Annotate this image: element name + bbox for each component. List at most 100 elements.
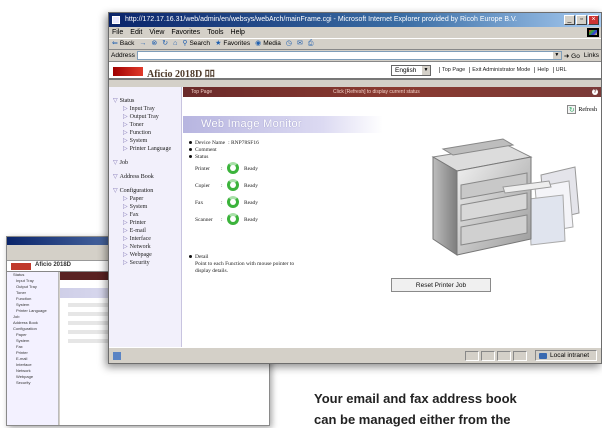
zone-label: Local intranet [550,352,590,359]
status-fax[interactable]: Fax: Ready [189,195,259,212]
status-scanner[interactable]: Scanner: Ready [189,212,259,229]
back-label: Back [119,40,135,47]
history-icon: ◷ [285,40,293,47]
sidebar-item-label: Job [119,160,128,166]
menu-tools[interactable]: Tools [207,27,223,38]
sidebar-item-job[interactable]: ▽ Job [109,159,181,167]
title-bar: http://172.17.16.31/web/admin/en/websys/… [109,13,601,27]
sidebar-item-label: Webpage [129,252,152,258]
exit-admin-link[interactable]: Exit Administrator Mode [469,67,532,73]
history-button[interactable]: ◷ [286,39,292,49]
status-value: Ready [244,217,259,223]
status-cell [513,351,527,361]
address-input[interactable]: ▼ [136,51,562,60]
help-link[interactable]: Help [534,67,550,73]
refresh-toolbar-button[interactable]: ↻ [162,39,168,49]
status-separator: : [221,183,223,189]
sidebar-item-input-tray[interactable]: ▷ Input Tray [109,105,181,113]
sidebar-item-status[interactable]: ▽ Status [109,97,181,105]
sidebar-item-toner[interactable]: ▷ Toner [109,121,181,129]
category-arrow-icon: ▽ [113,188,118,194]
status-bar: Local intranet [109,347,601,363]
sidebar-item-system[interactable]: ▷ System [109,203,181,211]
status-list: Printer: Ready Copier: Ready Fax: Ready Scanne… [189,161,259,229]
category-arrow-icon: ▽ [113,174,118,180]
ready-ring-icon [227,179,239,191]
item-arrow-icon: ▷ [123,106,128,112]
links-button[interactable]: Links [584,52,601,59]
top-page-link[interactable]: Top Page [439,67,467,73]
language-select[interactable]: English ▼ [391,65,431,76]
help-icon[interactable]: ? [592,89,598,95]
url-link[interactable]: URL [552,67,569,73]
home-button[interactable]: ⌂ [173,39,177,49]
sidebar-item-webpage[interactable]: ▷ Webpage [109,251,181,259]
media-button[interactable]: ◉ Media [255,39,281,49]
sidebar-item-e-mail[interactable]: ▷ E-mail [109,227,181,235]
language-value: English [395,67,417,74]
printer-illustration[interactable] [403,127,583,277]
menu-bar: File Edit View Favorites Tools Help [109,27,601,38]
sidebar-item-printer[interactable]: ▷ Printer [109,219,181,227]
maximize-icon[interactable]: ▫ [576,15,587,25]
top-page-crumb: Top Page [191,89,213,95]
menu-view[interactable]: View [149,27,164,38]
ie-icon [112,16,120,24]
sidebar-item-configuration[interactable]: ▽ Configuration [109,187,181,195]
status-cell [465,351,479,361]
sidebar-item-function[interactable]: ▷ Function [109,129,181,137]
caption-text: Your email and fax address book can be m… [314,388,602,428]
forward-button[interactable]: → [139,39,146,49]
menu-file[interactable]: File [112,27,123,38]
back-button[interactable]: ⇐ Back [112,39,134,49]
sidebar-item-interface[interactable]: ▷ Interface [109,235,181,243]
sidebar-item-security[interactable]: ▷ Security [109,259,181,267]
item-arrow-icon: ▷ [123,130,128,136]
refresh-button[interactable]: ↻ Refresh [567,105,597,114]
favorites-button[interactable]: ★ Favorites [215,39,250,49]
sidebar-item-paper[interactable]: ▷ Paper [109,195,181,203]
category-arrow-icon: ▽ [113,98,118,104]
sidebar-item-output-tray[interactable]: ▷ Output Tray [109,113,181,121]
bullet-icon [189,148,192,152]
status-label: Status [195,154,209,160]
status-copier[interactable]: Copier: Ready [189,178,259,195]
mail-button[interactable]: ✉ [297,39,303,49]
bullet-icon [189,141,192,145]
sidebar-item-network[interactable]: ▷ Network [109,243,181,251]
site-banner: Aficio 2018D ﾛﾛ English ▼ Top Page Exit A… [109,62,601,80]
status-separator: : [221,200,223,206]
inset-brand-bar [11,263,31,270]
page-title: Web Image Monitor [201,118,302,130]
refresh-label: Refresh [578,106,597,113]
stop-button[interactable]: ⊗ [151,39,157,49]
status-separator: : [221,217,223,223]
sidebar-item-fax[interactable]: ▷ Fax [109,211,181,219]
detail-text-line-1: Point to each Function with mouse pointe… [195,261,295,267]
minimize-icon[interactable]: _ [564,15,575,25]
caption-line-1: Your email and fax address book [314,391,517,406]
top-strip: Top Page Click [Refresh] to display curr… [183,87,601,97]
sidebar-item-printer-language[interactable]: ▷ Printer Language [109,145,181,153]
search-button[interactable]: ⚲ Search [182,39,210,49]
status-value: Ready [244,166,259,172]
device-name-row: Device Name: RNP78SF16 [189,140,259,147]
menu-help[interactable]: Help [231,27,245,38]
go-button[interactable]: ➜ Go [564,52,582,60]
status-printer[interactable]: Printer: Ready [189,161,259,178]
menu-favorites[interactable]: Favorites [171,27,200,38]
sidebar-item-label: System [129,204,148,210]
brand-bar [113,67,143,76]
address-dropdown-icon[interactable]: ▼ [552,52,561,59]
reset-printer-job-button[interactable]: Reset Printer Job [391,278,491,292]
item-arrow-icon: ▷ [123,260,128,266]
sidebar-item-address-book[interactable]: ▽ Address Book [109,173,181,181]
print-button[interactable]: ⎙ [308,39,314,49]
sidebar-item-label: Status [119,98,135,104]
sidebar-item-system[interactable]: ▷ System [109,137,181,145]
product-label: Aficio 2018D [147,69,203,80]
sidebar-item-label: Input Tray [129,106,155,112]
menu-edit[interactable]: Edit [130,27,142,38]
sidebar-item-label: Function [129,130,151,136]
close-icon[interactable]: × [588,15,599,25]
